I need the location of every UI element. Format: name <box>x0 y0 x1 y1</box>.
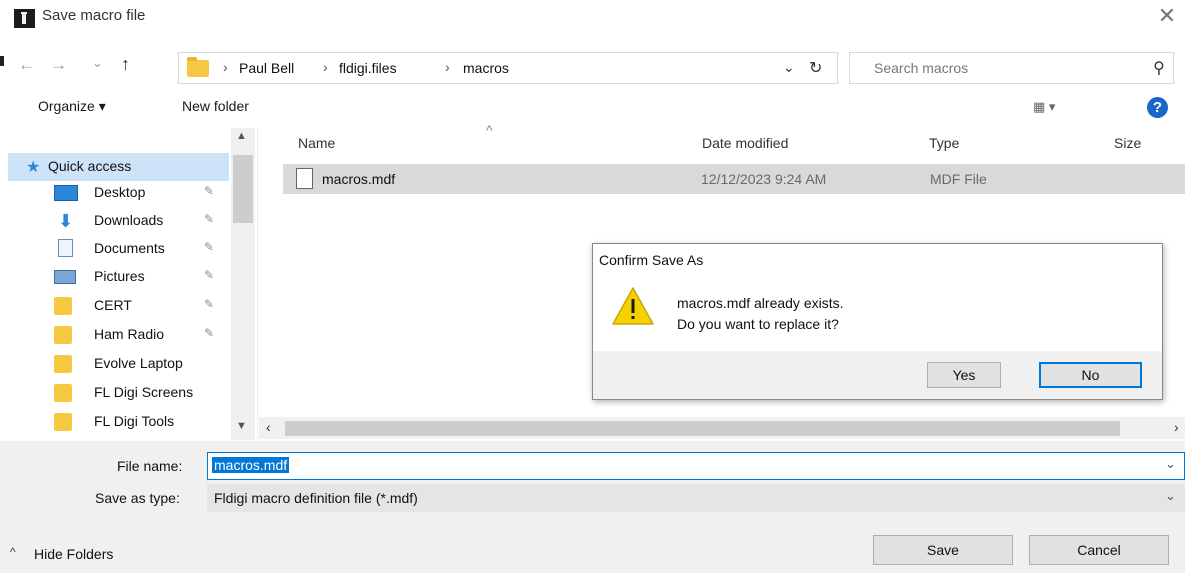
sidebar-item-label: CERT <box>94 297 132 313</box>
file-date-cell: 12/12/2023 9:24 AM <box>701 171 827 187</box>
sidebar-item-label: Downloads <box>94 212 164 228</box>
confirm-save-as-dialog: Confirm Save As macros.mdf already exist… <box>592 243 1163 400</box>
file-icon <box>296 168 313 189</box>
window-title: Save macro file <box>42 7 146 24</box>
sidebar-item-fl-digi-tools[interactable]: FL Digi Tools <box>54 408 234 436</box>
save-type-select[interactable]: Fldigi macro definition file (*.mdf) <box>207 484 1185 512</box>
breadcrumb-separator: › <box>223 59 228 75</box>
pictures-icon <box>54 270 76 284</box>
sidebar-item-cert[interactable]: CERT ✎ <box>54 292 234 320</box>
pin-icon: ✎ <box>204 268 215 282</box>
sidebar-item-label: Desktop <box>94 184 146 200</box>
warning-icon <box>612 287 654 325</box>
dialog-title: Confirm Save As <box>599 252 704 268</box>
sidebar-item-label: FL Digi Tools <box>94 413 175 429</box>
sidebar-item-ham-radio[interactable]: Ham Radio ✎ <box>54 321 234 349</box>
save-type-label: Save as type: <box>95 490 180 506</box>
file-name-value: macros.mdf <box>212 457 290 473</box>
cancel-button[interactable]: Cancel <box>1029 535 1169 565</box>
new-folder-button[interactable]: New folder <box>182 98 249 114</box>
file-type-cell: MDF File <box>930 171 987 187</box>
horizontal-scrollbar-thumb[interactable] <box>285 421 1120 436</box>
breadcrumb-separator: › <box>323 59 328 75</box>
breadcrumb-paul-bell[interactable]: Paul Bell <box>239 60 294 76</box>
folder-icon <box>54 297 72 315</box>
title-bar: Save macro file ✕ <box>0 0 1185 52</box>
chevron-down-icon[interactable]: ⌄ <box>1165 488 1176 504</box>
column-header-date-modified[interactable]: Date modified <box>702 135 788 151</box>
file-name-field[interactable]: macros.mdf <box>207 452 1185 480</box>
sidebar-item-label: Quick access <box>48 158 132 174</box>
sidebar-item-pictures[interactable]: Pictures ✎ <box>54 263 234 291</box>
close-icon[interactable]: ✕ <box>1154 3 1180 29</box>
breadcrumb-fldigi-files[interactable]: fldigi.files <box>339 60 397 76</box>
folder-icon <box>54 413 72 431</box>
help-icon[interactable]: ? <box>1147 97 1168 118</box>
chevron-down-icon[interactable]: ⌄ <box>1165 456 1176 472</box>
documents-icon <box>58 239 73 257</box>
column-header-size[interactable]: Size <box>1114 135 1141 151</box>
folder-icon <box>54 384 72 402</box>
breadcrumb-macros[interactable]: macros <box>463 60 509 76</box>
sidebar-item-label: Pictures <box>94 268 145 284</box>
search-icon[interactable]: ⚲ <box>1153 58 1165 78</box>
yes-button[interactable]: Yes <box>927 362 1001 388</box>
app-icon <box>14 9 35 28</box>
address-bar[interactable]: › Paul Bell › fldigi.files › macros ⌄ ↻ <box>178 52 838 84</box>
dialog-message-line-2: Do you want to replace it? <box>677 316 839 332</box>
up-icon[interactable]: ↑ <box>121 54 130 75</box>
sidebar-scrollbar-thumb[interactable] <box>233 155 253 223</box>
folder-icon <box>54 326 72 344</box>
save-type-value: Fldigi macro definition file (*.mdf) <box>214 490 418 506</box>
column-header-type[interactable]: Type <box>929 135 959 151</box>
address-dropdown-icon[interactable]: ⌄ <box>783 59 795 76</box>
sidebar-item-label: Evolve Laptop <box>94 355 183 371</box>
scroll-left-icon[interactable]: ‹ <box>266 419 271 435</box>
organize-button[interactable]: Organize ▾ <box>38 98 106 115</box>
sidebar-item-evolve-laptop[interactable]: Evolve Laptop <box>54 350 234 378</box>
sidebar-item-documents[interactable]: Documents ✎ <box>54 235 234 263</box>
folder-icon <box>187 57 209 77</box>
sidebar-item-desktop[interactable]: Desktop ✎ <box>54 179 234 207</box>
star-icon: ★ <box>26 159 41 176</box>
sidebar-item-downloads[interactable]: ⬇ Downloads ✎ <box>54 207 234 235</box>
sidebar-item-label: Ham Radio <box>94 326 165 342</box>
sidebar-item-label: Documents <box>94 240 165 256</box>
no-button[interactable]: No <box>1039 362 1142 388</box>
downloads-icon: ⬇ <box>58 211 74 231</box>
forward-icon[interactable]: → <box>50 55 67 75</box>
folder-icon <box>54 355 72 373</box>
pin-icon: ✎ <box>204 184 215 198</box>
pin-icon: ✎ <box>204 240 215 254</box>
pin-icon: ✎ <box>204 212 215 226</box>
dialog-button-bar: Yes No <box>593 351 1162 399</box>
file-name-cell: macros.mdf <box>322 171 396 187</box>
column-header-name[interactable]: Name <box>298 135 335 151</box>
recent-locations-icon[interactable]: ⌄ <box>92 55 103 71</box>
navigation-pane: ★ Quick access Desktop ✎ ⬇ Downloads ✎ D… <box>0 128 258 440</box>
pin-icon: ✎ <box>204 326 215 340</box>
sort-ascending-icon: ^ <box>486 122 493 138</box>
search-input[interactable]: Search macros ⚲ <box>849 52 1174 84</box>
breadcrumb-separator: › <box>445 59 450 75</box>
dialog-message-line-1: macros.mdf already exists. <box>677 295 844 311</box>
refresh-icon[interactable]: ↻ <box>809 58 822 78</box>
sidebar-item-fl-digi-screens[interactable]: FL Digi Screens <box>54 379 234 407</box>
desktop-icon <box>54 185 78 201</box>
toolbar: Organize ▾ New folder ▦ ▾ ? <box>0 88 1185 126</box>
view-options-icon[interactable]: ▦ ▾ <box>1033 99 1055 115</box>
edge-marker <box>0 56 4 66</box>
file-name-label: File name: <box>117 458 183 474</box>
sidebar-item-quick-access[interactable]: ★ Quick access <box>8 153 229 181</box>
save-button[interactable]: Save <box>873 535 1013 565</box>
scroll-down-icon[interactable]: ▼ <box>236 420 247 432</box>
search-placeholder: Search macros <box>874 60 969 76</box>
pin-icon: ✎ <box>204 297 215 311</box>
back-icon[interactable]: ← <box>18 55 35 75</box>
scroll-up-icon[interactable]: ▲ <box>236 130 247 142</box>
chevron-up-icon[interactable]: ^ <box>10 545 16 559</box>
hide-folders-button[interactable]: Hide Folders <box>34 546 113 562</box>
sidebar-item-label: FL Digi Screens <box>94 384 194 400</box>
scroll-right-icon[interactable]: › <box>1174 419 1179 435</box>
